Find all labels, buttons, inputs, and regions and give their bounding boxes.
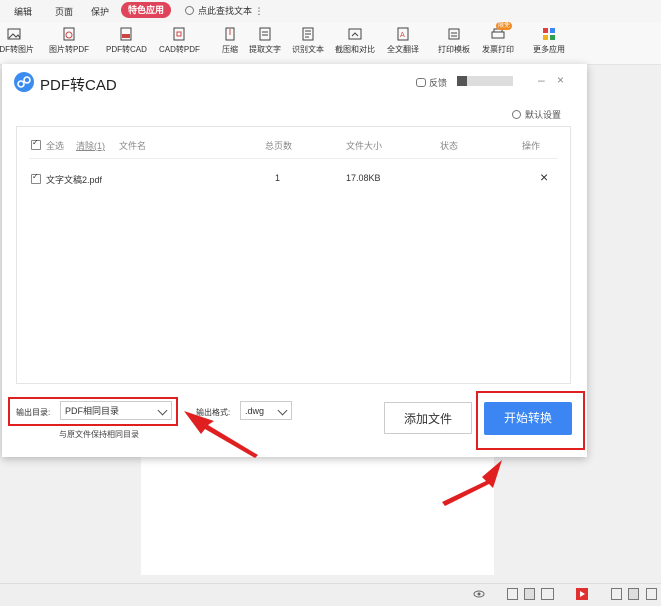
feedback-label: 反馈	[429, 78, 448, 88]
extract-text-icon	[257, 26, 273, 42]
tool-label: 提取文字	[249, 45, 281, 54]
two-page-view-icon[interactable]	[541, 588, 554, 600]
feedback-button[interactable]: 反馈	[416, 76, 447, 89]
output-dir-value: PDF相同目录	[65, 406, 120, 416]
tool-label: PDF转CAD	[106, 45, 147, 54]
col-status: 状态	[440, 141, 459, 151]
toolbar: PDF转图片 图片转PDF PDF转CAD CAD转PDF 压缩 提取文字 识别…	[0, 22, 661, 65]
pdf-to-cad-icon	[118, 26, 134, 42]
close-button[interactable]: ×	[557, 73, 564, 87]
chevron-down-icon	[157, 405, 168, 416]
checkbox-checked-icon	[31, 138, 41, 150]
fit-page-icon[interactable]	[628, 588, 639, 600]
tool-image-to-pdf[interactable]: 图片转PDF	[49, 26, 89, 55]
tool-translate[interactable]: A 全文翻译	[387, 26, 419, 55]
tool-label: 截图和对比	[335, 45, 375, 54]
col-pages: 总页数	[265, 141, 293, 151]
col-action: 操作	[522, 141, 541, 151]
apps-icon	[541, 26, 557, 42]
status-bar	[0, 583, 661, 606]
table-row-checkbox[interactable]: 文字文稿2.pdf	[31, 172, 103, 186]
tool-label: PDF转图片	[0, 45, 34, 54]
free-badge: 限免	[495, 22, 512, 30]
tool-label: 发票打印	[482, 45, 514, 54]
output-dir-select[interactable]: PDF相同目录	[60, 401, 172, 420]
dialog-title: PDF转CAD	[40, 77, 117, 94]
fit-width-icon[interactable]	[611, 588, 622, 600]
select-all-label: 全选	[46, 141, 65, 151]
image-to-pdf-icon	[61, 26, 77, 42]
output-format-label: 输出格式:	[196, 408, 231, 417]
tool-compress[interactable]: 压缩	[222, 26, 238, 55]
pdf-to-cad-dialog: PDF转CAD 反馈 – × 默认设置 全选 清除(1) 文件名 总页数 文件大…	[2, 64, 587, 457]
output-format-value: .dwg	[245, 406, 265, 416]
fullscreen-icon[interactable]	[646, 588, 657, 600]
menu-special-apps[interactable]: 特色应用	[121, 2, 172, 18]
tool-label: 打印模板	[438, 45, 470, 54]
gear-icon	[511, 110, 521, 119]
remove-file-icon[interactable]: ×	[540, 169, 548, 185]
app-logo-icon	[14, 72, 34, 92]
menu-page[interactable]: 页面	[55, 5, 73, 18]
row-filename: 文字文稿2.pdf	[46, 175, 103, 185]
row-pages: 1	[275, 173, 281, 183]
tool-ocr[interactable]: 识别文本	[292, 26, 324, 55]
user-avatar[interactable]	[457, 76, 513, 86]
translate-icon: A	[395, 26, 411, 42]
tool-cad-to-pdf[interactable]: CAD转PDF	[159, 26, 200, 55]
tool-pdf-to-image[interactable]: PDF转图片	[0, 26, 34, 55]
menu-bar: 编辑 页面 保护 特色应用 点此查找文本 ⋮	[0, 0, 661, 22]
output-format-select[interactable]: .dwg	[240, 401, 292, 420]
col-size: 文件大小	[346, 141, 383, 151]
image-icon	[6, 26, 22, 42]
document-page	[141, 455, 494, 575]
tool-invoice-print[interactable]: 限免 发票打印	[482, 22, 514, 55]
menu-protect[interactable]: 保护	[91, 5, 109, 18]
select-all-checkbox[interactable]: 全选	[31, 138, 65, 152]
add-file-button[interactable]: 添加文件	[384, 402, 472, 434]
tool-label: 更多应用	[533, 45, 565, 54]
clear-link[interactable]: 清除(1)	[76, 139, 105, 152]
file-list: 全选 清除(1) 文件名 总页数 文件大小 状态 操作 文字文稿2.pdf 1 …	[16, 126, 571, 384]
checkbox-checked-icon	[31, 172, 41, 184]
tool-label: CAD转PDF	[159, 45, 200, 54]
single-page-view-icon[interactable]	[507, 588, 518, 600]
screenshot-icon	[347, 26, 363, 42]
output-dir-label: 输出目录:	[16, 408, 51, 417]
find-text-label: 点此查找文本	[198, 6, 253, 16]
eye-icon[interactable]	[473, 589, 485, 599]
feedback-icon	[416, 78, 426, 87]
tool-extract-text[interactable]: 提取文字	[249, 26, 281, 55]
invoice-print-icon: 限免	[490, 22, 512, 42]
tool-label: 图片转PDF	[49, 45, 89, 54]
header-divider	[29, 158, 558, 159]
start-convert-button[interactable]: 开始转换	[484, 402, 572, 435]
chevron-down-icon	[277, 405, 288, 416]
row-size: 17.08KB	[346, 173, 381, 183]
tool-print-template[interactable]: 打印模板	[438, 26, 470, 55]
tool-label: 压缩	[222, 45, 238, 54]
compress-icon	[222, 26, 238, 42]
cad-to-pdf-icon	[171, 26, 187, 42]
svg-text:A: A	[400, 31, 405, 39]
search-icon	[185, 6, 194, 15]
tool-label: 识别文本	[292, 45, 324, 54]
tool-more-apps[interactable]: 更多应用	[533, 26, 565, 55]
print-template-icon	[446, 26, 462, 42]
default-settings-button[interactable]: 默认设置	[511, 108, 561, 121]
minimize-button[interactable]: –	[538, 73, 545, 87]
play-icon[interactable]	[576, 588, 588, 600]
settings-label: 默认设置	[524, 110, 561, 120]
continuous-view-icon[interactable]	[524, 588, 535, 600]
output-dir-hint: 与原文件保持相同目录	[59, 430, 139, 439]
tool-screenshot-compare[interactable]: 截图和对比	[335, 26, 375, 55]
ocr-icon	[300, 26, 316, 42]
more-menu-icon[interactable]: ⋮	[255, 6, 264, 16]
tool-pdf-to-cad[interactable]: PDF转CAD	[106, 26, 147, 55]
tool-label: 全文翻译	[387, 45, 419, 54]
find-text-search[interactable]: 点此查找文本 ⋮	[185, 4, 264, 17]
col-filename: 文件名	[119, 141, 147, 151]
menu-edit[interactable]: 编辑	[14, 5, 32, 18]
